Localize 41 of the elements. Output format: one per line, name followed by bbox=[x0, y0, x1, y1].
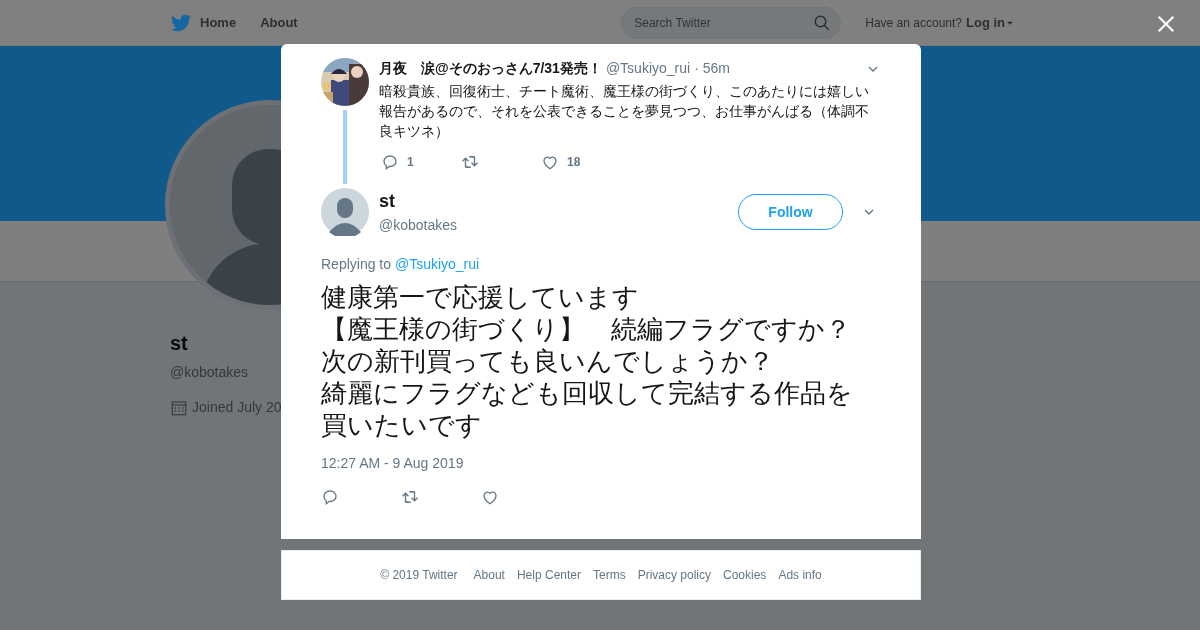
heart-icon bbox=[481, 488, 499, 506]
tweet-text: 暗殺貴族、回復術士、チート魔術、魔王様の街づくり、このあたりには嬉しい報告があるので、それを公表できることを夢見つつ、お仕事がんばる（体調不良キツネ） bbox=[379, 82, 870, 141]
tweet-action[interactable]: 1 bbox=[381, 153, 461, 171]
footer-link[interactable]: About bbox=[473, 566, 505, 584]
follow-button[interactable]: Follow bbox=[738, 194, 843, 230]
reply-icon bbox=[321, 488, 339, 506]
close-icon[interactable] bbox=[1155, 13, 1177, 35]
footer-link[interactable]: Privacy policy bbox=[637, 566, 711, 584]
author-handle[interactable]: @kobotakes bbox=[379, 215, 458, 236]
footer-link[interactable]: Cookies bbox=[723, 566, 767, 584]
footer-link[interactable]: Terms bbox=[593, 566, 626, 584]
author-name[interactable]: st bbox=[379, 188, 458, 215]
author-name[interactable]: 月夜 涙@そのおっさん7/31発売！ bbox=[379, 58, 602, 79]
tweet-text-line: 綺麗にフラグなども回収して完結する作品を買いたいです bbox=[321, 377, 854, 441]
search-field[interactable]: Search Twitter bbox=[621, 6, 842, 39]
footer-link[interactable]: Help Center bbox=[516, 566, 581, 584]
tweet-action[interactable]: 18 bbox=[541, 153, 621, 171]
author-handle[interactable]: @Tsukiyo_rui bbox=[605, 58, 691, 79]
nav-link[interactable]: About bbox=[260, 12, 298, 33]
tweet-timestamp: 12:27 AM - 9 Aug 2019 bbox=[321, 454, 465, 473]
reply-context: Replying to @Tsukiyo_rui bbox=[321, 255, 481, 274]
tweet-text-line: 次の新刊買っても良いんでしょうか？ bbox=[321, 345, 774, 377]
tweet-text-line: 【魔王様の街づくり】 続編フラグですか？ bbox=[321, 313, 851, 345]
tweet-text-line: 健康第一で応援しています bbox=[321, 281, 639, 313]
copyright-text: © 2019 Twitter bbox=[380, 567, 458, 584]
profile-handle: @kobotakes bbox=[170, 363, 249, 382]
search-icon[interactable] bbox=[813, 13, 832, 32]
profile-name: st bbox=[170, 331, 188, 356]
retweet-icon bbox=[401, 488, 419, 506]
mention-link[interactable]: @Tsukiyo_rui bbox=[394, 256, 480, 272]
footer-link[interactable]: Ads info bbox=[778, 566, 822, 584]
join-date: Joined July 20 bbox=[192, 398, 282, 417]
retweet-icon bbox=[461, 153, 479, 171]
reply-icon bbox=[381, 153, 399, 171]
calendar-icon bbox=[170, 398, 188, 417]
avatar-icon[interactable] bbox=[321, 188, 369, 236]
login-link[interactable]: Log in bbox=[966, 12, 1015, 33]
account-prompt: Have an account? bbox=[865, 14, 962, 32]
heart-icon bbox=[541, 153, 559, 171]
tweet-time: · 56m bbox=[694, 59, 730, 78]
nav-link[interactable]: Home bbox=[170, 11, 237, 34]
